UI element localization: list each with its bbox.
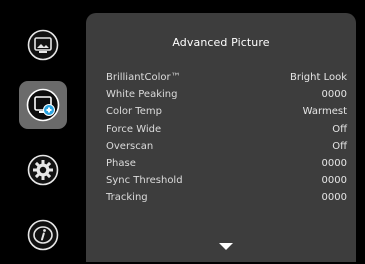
- menu-item-tracking[interactable]: Tracking 0000: [106, 189, 347, 206]
- sidebar-item-picture[interactable]: [19, 21, 67, 69]
- menu-item-value: 0000: [321, 158, 347, 170]
- menu-item-label: Sync Threshold: [106, 175, 183, 187]
- menu-list: BrilliantColor™ Bright Look White Peakin…: [106, 69, 347, 207]
- settings-gear-icon: [27, 154, 59, 186]
- menu-item-white-peaking[interactable]: White Peaking 0000: [106, 86, 347, 103]
- menu-item-value: Off: [332, 140, 347, 152]
- menu-item-label: Force Wide: [106, 123, 162, 135]
- menu-item-overscan[interactable]: Overscan Off: [106, 138, 347, 155]
- menu-item-phase[interactable]: Phase 0000: [106, 155, 347, 172]
- menu-item-color-temp[interactable]: Color Temp Warmest: [106, 103, 347, 120]
- menu-item-brilliantcolor[interactable]: BrilliantColor™ Bright Look: [106, 69, 347, 86]
- menu-item-label: Color Temp: [106, 106, 162, 118]
- menu-item-value: Off: [332, 123, 347, 135]
- menu-item-value: 0000: [321, 192, 347, 204]
- scroll-down-arrow-icon[interactable]: [219, 243, 233, 250]
- sidebar-item-info[interactable]: [19, 211, 67, 259]
- picture-icon: [27, 29, 59, 61]
- menu-item-label: Tracking: [106, 192, 148, 204]
- menu-item-label: Overscan: [106, 140, 154, 152]
- panel-title: Advanced Picture: [172, 36, 270, 49]
- sidebar: [0, 0, 84, 264]
- menu-item-label: White Peaking: [106, 89, 178, 101]
- menu-item-force-wide[interactable]: Force Wide Off: [106, 121, 347, 138]
- advanced-picture-panel: Advanced Picture BrilliantColor™ Bright …: [86, 13, 356, 262]
- info-icon: [27, 219, 59, 251]
- menu-item-value: 0000: [321, 89, 347, 101]
- osd-menu: Advanced Picture BrilliantColor™ Bright …: [0, 0, 365, 264]
- menu-item-value: Bright Look: [290, 72, 347, 84]
- sidebar-item-advanced-picture[interactable]: [19, 81, 67, 129]
- menu-item-label: BrilliantColor™: [106, 72, 181, 84]
- menu-item-sync-threshold[interactable]: Sync Threshold 0000: [106, 172, 347, 189]
- sidebar-item-settings[interactable]: [19, 146, 67, 194]
- menu-item-label: Phase: [106, 158, 136, 170]
- menu-item-value: Warmest: [302, 106, 347, 118]
- advanced-picture-icon: [26, 88, 60, 122]
- menu-item-value: 0000: [321, 175, 347, 187]
